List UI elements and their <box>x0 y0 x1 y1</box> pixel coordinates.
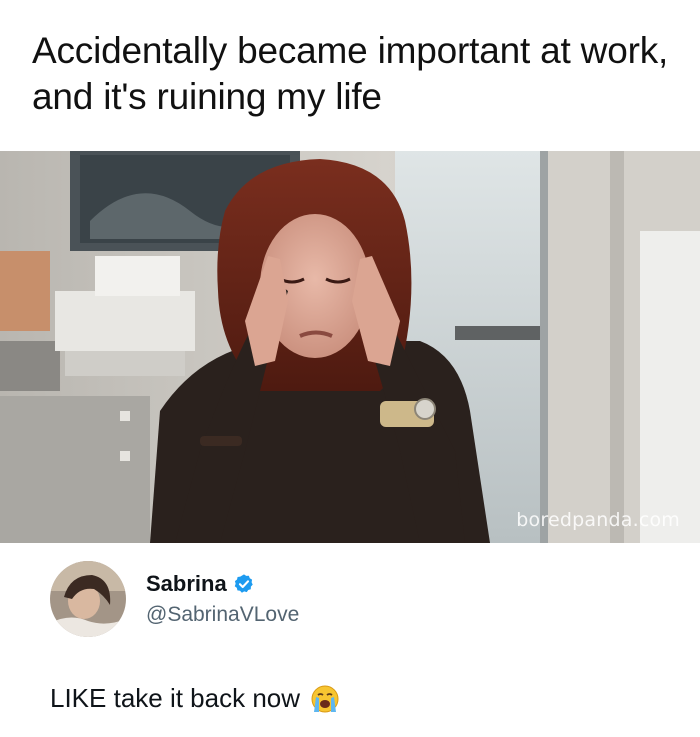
watermark-text: boredpanda.com <box>516 509 680 531</box>
tweet-card[interactable]: Sabrina @SabrinaVLove LIKE take it back … <box>32 543 700 737</box>
tweet-text: LIKE take it back now <box>50 683 301 713</box>
tweet-author-row: Sabrina <box>146 571 255 597</box>
meme-photo: boredpanda.com <box>0 151 700 543</box>
avatar[interactable] <box>50 561 126 637</box>
stressed-woman-illustration <box>0 151 700 543</box>
verified-badge-icon <box>233 573 255 595</box>
loudly-crying-face-icon <box>310 684 340 714</box>
meme-caption: Accidentally became important at work, a… <box>32 30 669 117</box>
tweet-text-row: LIKE take it back now <box>50 683 340 714</box>
display-name[interactable]: Sabrina <box>146 571 227 597</box>
avatar-image <box>50 561 126 637</box>
user-handle[interactable]: @SabrinaVLove <box>146 603 299 627</box>
